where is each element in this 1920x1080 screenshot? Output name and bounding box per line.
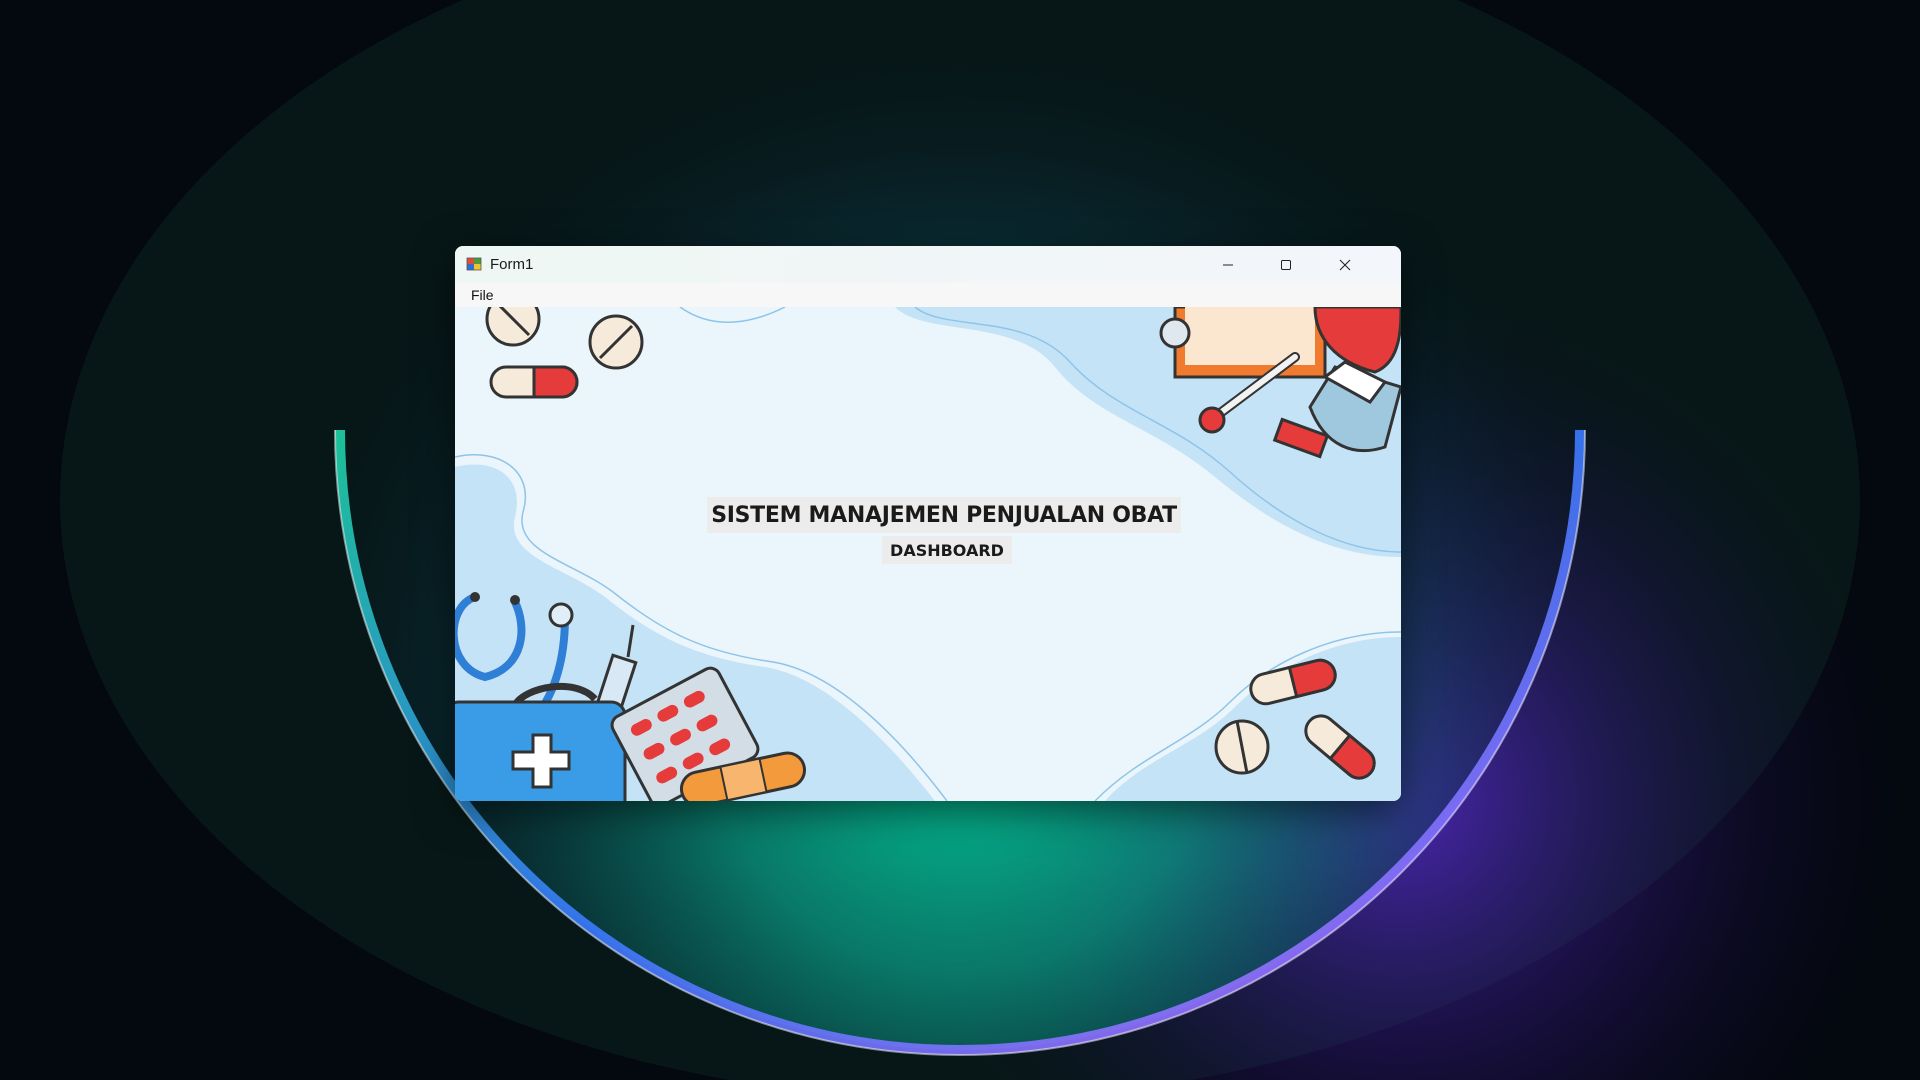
- close-icon: [1339, 259, 1351, 270]
- page-title: SISTEM MANAJEMEN PENJUALAN OBAT: [707, 497, 1181, 533]
- maximize-button[interactable]: [1257, 246, 1315, 283]
- close-button[interactable]: [1316, 246, 1374, 283]
- pill-tablet-3: [1214, 719, 1270, 775]
- minimize-icon: [1223, 264, 1233, 265]
- first-aid-box: [455, 683, 627, 801]
- pill-tablet-2: [588, 314, 644, 370]
- window-title: Form1: [490, 256, 534, 273]
- winforms-app-icon: [466, 257, 482, 271]
- maximize-icon: [1281, 259, 1291, 270]
- dashboard-panel: SISTEM MANAJEMEN PENJUALAN OBAT DASHBOAR…: [455, 307, 1401, 801]
- menu-item-file[interactable]: File: [471, 287, 494, 303]
- app-window: Form1 File SISTEM MANAJEMEN PENJUALAN OB…: [455, 246, 1401, 801]
- clipboard: [1159, 307, 1327, 379]
- menu-bar: File: [455, 283, 1401, 307]
- pill-tablet-1: [485, 307, 541, 347]
- desktop-background: Form1 File SISTEM MANAJEMEN PENJUALAN OB…: [0, 0, 1920, 1080]
- minimize-button[interactable]: [1199, 246, 1257, 283]
- title-bar[interactable]: Form1: [455, 246, 1401, 283]
- pill-capsule-1: [489, 365, 579, 399]
- dashboard-label: DASHBOARD: [882, 536, 1012, 564]
